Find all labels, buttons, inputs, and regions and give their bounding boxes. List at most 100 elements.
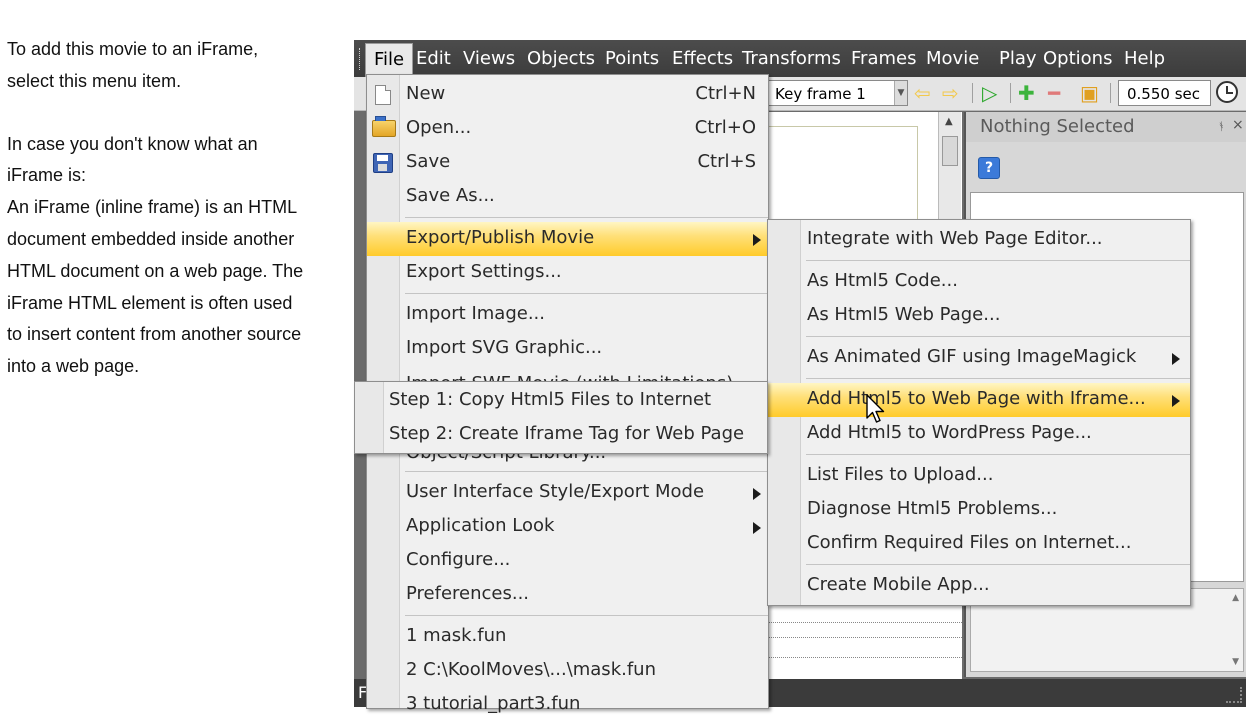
scroll-up-icon[interactable]: ▲: [945, 116, 953, 127]
play-icon[interactable]: ▷: [982, 81, 997, 105]
menu-item-diagnose[interactable]: Diagnose Html5 Problems...: [768, 493, 1190, 527]
scroll-up-icon[interactable]: ▲: [1232, 593, 1239, 603]
clock-icon[interactable]: [1216, 81, 1238, 103]
menu-item-label: New: [406, 83, 446, 104]
resize-grip-icon[interactable]: [1226, 687, 1242, 703]
arrow-right-icon[interactable]: ⇨: [942, 81, 959, 105]
menu-file[interactable]: File: [365, 43, 414, 78]
menu-item-label: Create Mobile App...: [807, 574, 990, 595]
menu-item-step2[interactable]: Step 2: Create Iframe Tag for Web Page: [355, 418, 767, 452]
menubar-grip: [359, 48, 363, 70]
menu-item-label: Save: [406, 151, 451, 172]
menu-item-import-svg[interactable]: Import SVG Graphic...: [367, 332, 768, 366]
menu-effects[interactable]: Effects: [664, 40, 741, 77]
menu-item-label: Step 2: Create Iframe Tag for Web Page: [389, 423, 745, 444]
help-icon[interactable]: ?: [978, 157, 1000, 179]
explanation-line: An iFrame (inline frame) is an HTML: [7, 197, 298, 218]
menu-item-configure[interactable]: Configure...: [367, 544, 768, 578]
menu-item-label: Diagnose Html5 Problems...: [807, 498, 1058, 519]
menu-item-label: Export Settings...: [406, 261, 562, 282]
menu-item-label: Open...: [406, 117, 472, 138]
timeline-line: [766, 622, 962, 623]
frame-copy-icon[interactable]: ▣: [1080, 81, 1099, 105]
menu-edit[interactable]: Edit: [408, 40, 459, 77]
explanation-line: In case you don't know what an: [7, 133, 258, 154]
menu-separator: [806, 378, 1190, 379]
menu-movie[interactable]: Movie: [918, 40, 987, 77]
menu-separator: [806, 564, 1190, 565]
menu-item-preferences[interactable]: Preferences...: [367, 578, 768, 612]
menu-points[interactable]: Points: [597, 40, 667, 77]
menu-item-open[interactable]: Open... Ctrl+O: [367, 112, 768, 146]
remove-frame-icon[interactable]: ━: [1048, 81, 1060, 105]
explanation-line: select this menu item.: [7, 70, 182, 91]
menu-item-label: Preferences...: [406, 583, 530, 604]
canvas-scrollbar[interactable]: ▲: [938, 112, 961, 232]
scroll-thumb[interactable]: [942, 136, 958, 166]
frame-time-field[interactable]: 0.550 sec: [1118, 80, 1211, 106]
menu-item-recent-3[interactable]: 3 tutorial_part3.fun: [367, 688, 768, 722]
keyframe-select-value: Key frame 1: [775, 85, 866, 103]
menu-item-new[interactable]: New Ctrl+N: [367, 78, 768, 112]
menu-item-label: Add Html5 to WordPress Page...: [807, 422, 1092, 443]
menu-help[interactable]: Help: [1116, 40, 1173, 77]
toolbar-separator: [1010, 83, 1011, 103]
menu-item-ui-style[interactable]: User Interface Style/Export Mode: [367, 476, 768, 510]
menu-item-step1[interactable]: Step 1: Copy Html5 Files to Internet: [355, 384, 767, 418]
menu-item-integrate-editor[interactable]: Integrate with Web Page Editor...: [768, 223, 1190, 257]
menu-item-list-files[interactable]: List Files to Upload...: [768, 459, 1190, 493]
menu-item-label: 1 mask.fun: [406, 625, 507, 646]
menu-objects[interactable]: Objects: [519, 40, 603, 77]
keyframe-select[interactable]: Key frame 1 ▼: [768, 80, 908, 106]
menu-item-animated-gif[interactable]: As Animated GIF using ImageMagick: [768, 341, 1190, 375]
menu-item-mobile-app[interactable]: Create Mobile App...: [768, 569, 1190, 603]
menu-item-export-settings[interactable]: Export Settings...: [367, 256, 768, 290]
chevron-down-icon: ▼: [894, 81, 907, 105]
menu-bar: File Edit Views Objects Points Effects T…: [354, 40, 1246, 78]
iframe-steps-submenu: Step 1: Copy Html5 Files to Internet Ste…: [354, 381, 768, 454]
menu-item-html5-code[interactable]: As Html5 Code...: [768, 265, 1190, 299]
submenu-arrow-icon: [753, 234, 761, 246]
panel-title: Nothing Selected: [980, 116, 1135, 137]
menu-item-shortcut: Ctrl+S: [697, 151, 756, 172]
menu-item-label: Add Html5 to Web Page with Iframe...: [807, 388, 1146, 409]
explanation-line: document embedded inside another: [7, 228, 295, 249]
menu-item-label: 2 C:\KoolMoves\...\mask.fun: [406, 659, 656, 680]
menu-item-save[interactable]: Save Ctrl+S: [367, 146, 768, 180]
menu-separator: [806, 260, 1190, 261]
menu-item-recent-1[interactable]: 1 mask.fun: [367, 620, 768, 654]
menu-item-label: User Interface Style/Export Mode: [406, 481, 705, 502]
menu-frames[interactable]: Frames: [843, 40, 924, 77]
menu-transforms[interactable]: Transforms: [734, 40, 849, 77]
scroll-down-icon[interactable]: ▼: [1232, 657, 1239, 667]
menu-item-confirm-files[interactable]: Confirm Required Files on Internet...: [768, 527, 1190, 561]
menu-item-object-library[interactable]: Object/Script Library...: [406, 453, 606, 462]
mouse-pointer-icon: [866, 394, 885, 423]
timeline-line: [766, 657, 962, 658]
timeline-line: [766, 637, 962, 638]
menu-separator: [405, 217, 768, 218]
menu-item-label: Integrate with Web Page Editor...: [807, 228, 1103, 249]
toolbar-separator: [972, 83, 973, 103]
menu-item-save-as[interactable]: Save As...: [367, 180, 768, 214]
menu-item-add-html5-wordpress[interactable]: Add Html5 to WordPress Page...: [768, 417, 1190, 451]
add-frame-icon[interactable]: ✚: [1018, 81, 1035, 105]
menu-item-label: Import SVG Graphic...: [406, 337, 603, 358]
menu-item-export-publish[interactable]: Export/Publish Movie: [367, 222, 768, 256]
explanation-line: to insert content from another source: [7, 324, 302, 345]
folder-open-icon: [372, 116, 396, 137]
arrow-left-icon[interactable]: ⇦: [914, 81, 931, 105]
menu-item-label: As Html5 Code...: [807, 270, 958, 291]
menu-item-recent-2[interactable]: 2 C:\KoolMoves\...\mask.fun: [367, 654, 768, 688]
menu-views[interactable]: Views: [455, 40, 523, 77]
menu-item-label: Save As...: [406, 185, 495, 206]
close-icon[interactable]: ×: [1232, 117, 1244, 133]
menu-options[interactable]: Options: [1035, 40, 1120, 77]
menu-item-import-image[interactable]: Import Image...: [367, 298, 768, 332]
menu-item-html5-web-page[interactable]: As Html5 Web Page...: [768, 299, 1190, 333]
new-file-icon: [375, 85, 391, 105]
explanation-line: iFrame is:: [7, 165, 87, 186]
pin-icon[interactable]: ᚬ: [1218, 120, 1225, 133]
menu-item-app-look[interactable]: Application Look: [367, 510, 768, 544]
menu-item-add-html5-iframe[interactable]: Add Html5 to Web Page with Iframe...: [768, 383, 1190, 417]
